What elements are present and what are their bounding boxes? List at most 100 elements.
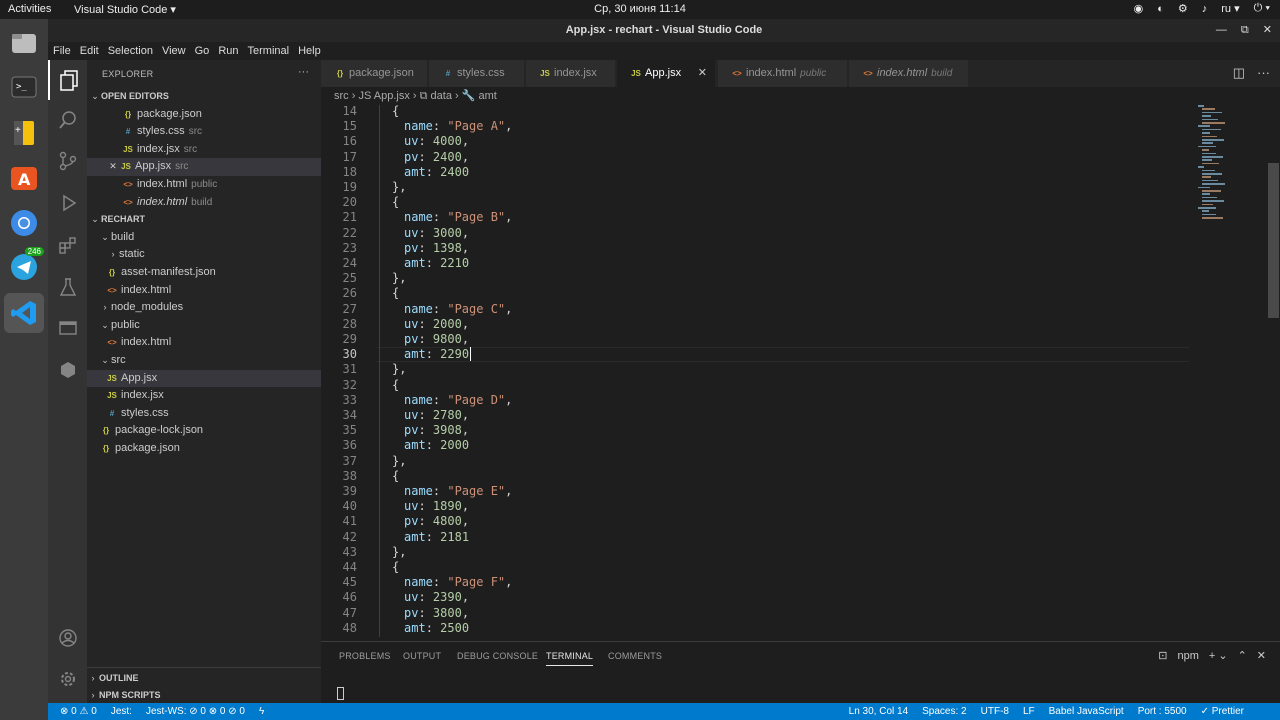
code-line[interactable]: }, — [392, 454, 406, 468]
maximize-panel-icon[interactable]: ⌃ — [1238, 649, 1247, 662]
editor-tab[interactable]: # styles.css — [429, 60, 525, 87]
files-app-icon[interactable] — [4, 23, 44, 63]
more-actions-icon[interactable]: ··· — [1257, 65, 1270, 81]
code-line[interactable]: { — [392, 195, 399, 209]
file-item[interactable]: JS index.jsx — [87, 387, 321, 405]
code-line[interactable]: amt: 2400 — [404, 165, 469, 179]
editor-tab[interactable]: JS App.jsx ✕ — [617, 60, 716, 87]
file-item[interactable]: <> index.html — [87, 282, 321, 300]
code-line[interactable]: name: "Page B", — [404, 210, 512, 224]
search-icon[interactable] — [48, 100, 87, 140]
code-line[interactable]: name: "Page C", — [404, 302, 512, 316]
code-line[interactable]: amt: 2000 — [404, 438, 469, 452]
open-editor-item[interactable]: <> index.html public — [87, 176, 321, 194]
code-line[interactable]: { — [392, 560, 399, 574]
jest-ws-status[interactable]: Jest-WS: ⊘ 0 ⊗ 0 ⊘ 0 — [146, 703, 245, 720]
file-item[interactable]: # styles.css — [87, 405, 321, 423]
file-item[interactable]: {} package-lock.json — [87, 422, 321, 440]
remote-explorer-icon[interactable] — [48, 308, 87, 348]
code-line[interactable]: }, — [392, 545, 406, 559]
open-editor-item[interactable]: ✕ JS App.jsx src — [87, 158, 321, 176]
folder-item[interactable]: › node_modules — [87, 299, 321, 317]
source-control-icon[interactable] — [48, 141, 87, 181]
menu-file[interactable]: File — [53, 42, 71, 60]
close-panel-icon[interactable]: ✕ — [1257, 649, 1266, 662]
docker-icon[interactable] — [48, 350, 87, 390]
minimap[interactable] — [1196, 105, 1256, 225]
eol-status[interactable]: LF — [1023, 703, 1035, 720]
run-debug-icon[interactable] — [48, 183, 87, 223]
menu-edit[interactable]: Edit — [80, 42, 99, 60]
open-editor-item[interactable]: {} package.json — [87, 106, 321, 124]
minimize-icon[interactable]: — — [1216, 19, 1227, 42]
breadcrumb-item[interactable]: ⧉ data — [420, 90, 452, 102]
open-editors-header[interactable]: ⌄ OPEN EDITORS — [87, 88, 321, 106]
close-window-icon[interactable]: ✕ — [1263, 19, 1272, 42]
code-line[interactable]: pv: 1398, — [404, 241, 469, 255]
chrome-app-icon[interactable] — [4, 203, 44, 243]
telegram-app-icon[interactable]: 246 — [4, 247, 44, 287]
bluetooth-icon[interactable]: ⚙ — [1178, 2, 1188, 15]
panel-tab[interactable]: OUTPUT — [403, 651, 441, 661]
menu-run[interactable]: Run — [218, 42, 238, 60]
code-line[interactable]: amt: 2290 — [404, 347, 472, 362]
code-line[interactable]: amt: 2500 — [404, 621, 469, 635]
code-line[interactable]: uv: 2780, — [404, 408, 469, 422]
editor-tab[interactable]: JS index.jsx — [526, 60, 616, 87]
code-line[interactable]: uv: 2000, — [404, 317, 469, 331]
panel-tab[interactable]: COMMENTS — [608, 651, 662, 661]
file-item[interactable]: {} package.json — [87, 440, 321, 458]
code-line[interactable]: { — [392, 469, 399, 483]
notes-app-icon[interactable]: + — [4, 113, 44, 153]
terminal-name[interactable]: npm — [1177, 650, 1198, 662]
code-line[interactable]: uv: 3000, — [404, 226, 469, 240]
cursor-position[interactable]: Ln 30, Col 14 — [849, 703, 909, 720]
file-item[interactable]: {} asset-manifest.json — [87, 264, 321, 282]
open-editor-item[interactable]: JS index.jsx src — [87, 141, 321, 159]
breadcrumb-item[interactable]: src — [334, 90, 349, 102]
code-line[interactable]: }, — [392, 362, 406, 376]
settings-gear-icon[interactable] — [48, 659, 87, 699]
editor-tab[interactable]: {} package.json — [321, 60, 428, 87]
editor-tab[interactable]: <> index.html public — [718, 60, 848, 87]
live-server-port[interactable]: Port : 5500 — [1138, 703, 1187, 720]
code-line[interactable]: name: "Page A", — [404, 119, 512, 133]
flask-icon[interactable] — [48, 267, 87, 307]
folder-item[interactable]: › static — [87, 246, 321, 264]
file-item[interactable]: <> index.html — [87, 334, 321, 352]
panel-tab[interactable]: PROBLEMS — [339, 651, 391, 661]
outline-section-header[interactable]: › OUTLINE — [87, 668, 321, 686]
language-mode[interactable]: Babel JavaScript — [1049, 703, 1124, 720]
extensions-icon[interactable] — [48, 225, 87, 265]
code-line[interactable]: uv: 2390, — [404, 590, 469, 604]
jest-status[interactable]: Jest: — [111, 703, 132, 720]
terminal-cursor[interactable] — [337, 687, 344, 700]
menu-selection[interactable]: Selection — [108, 42, 153, 60]
explorer-icon[interactable] — [48, 60, 87, 100]
panel-tab[interactable]: DEBUG CONSOLE — [457, 651, 538, 661]
open-editor-item[interactable]: <> index.html build — [87, 194, 321, 212]
code-line[interactable]: uv: 1890, — [404, 499, 469, 513]
sync-icon[interactable]: ◐ — [1157, 3, 1164, 15]
folder-item[interactable]: ⌄ public — [87, 317, 321, 335]
npm-scripts-section-header[interactable]: › NPM SCRIPTS — [87, 685, 321, 703]
panel-tab[interactable]: TERMINAL — [546, 651, 594, 666]
terminal-app-icon[interactable]: >_ — [4, 67, 44, 107]
code-line[interactable]: name: "Page E", — [404, 484, 512, 498]
system-tray[interactable]: ◉ ◐ ⚙ ♪ ru ▾ ⏻ ▾ — [1134, 2, 1270, 15]
code-line[interactable]: pv: 3908, — [404, 423, 469, 437]
problems-status[interactable]: ⊗ 0 ⚠ 0 — [60, 703, 97, 720]
code-line[interactable]: }, — [392, 271, 406, 285]
network-icon[interactable]: ◉ — [1134, 2, 1144, 15]
power-menu-icon[interactable]: ⏻ ▾ — [1254, 2, 1270, 15]
maximize-icon[interactable]: ⧉ — [1241, 19, 1249, 42]
code-line[interactable]: pv: 4800, — [404, 514, 469, 528]
folder-item[interactable]: ⌄ src — [87, 352, 321, 370]
menu-help[interactable]: Help — [298, 42, 321, 60]
code-line[interactable]: pv: 2400, — [404, 150, 469, 164]
account-icon[interactable] — [48, 618, 87, 658]
menu-view[interactable]: View — [162, 42, 186, 60]
menu-go[interactable]: Go — [195, 42, 210, 60]
code-line[interactable]: }, — [392, 180, 406, 194]
open-editor-item[interactable]: # styles.css src — [87, 123, 321, 141]
